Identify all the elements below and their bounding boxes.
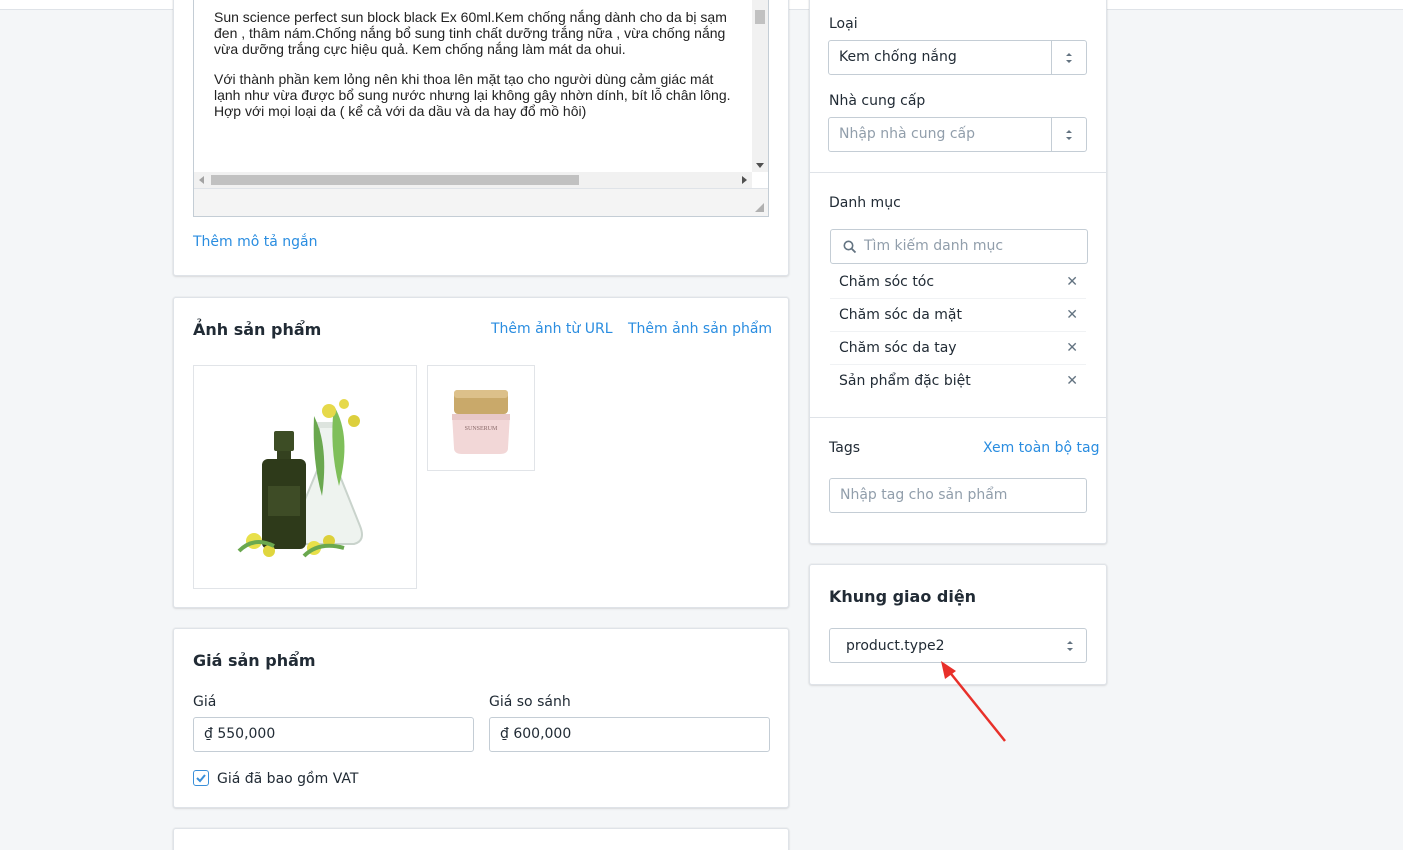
scrollbar-thumb[interactable] xyxy=(755,10,765,24)
scrollbar-h-thumb[interactable] xyxy=(211,175,579,185)
template-select[interactable]: product.type2 xyxy=(829,628,1087,663)
tags-label: Tags xyxy=(829,440,860,456)
compare-price-label: Giá so sánh xyxy=(489,694,571,710)
category-search-input[interactable]: Tìm kiếm danh mục xyxy=(830,229,1088,264)
remove-icon[interactable]: ✕ xyxy=(1066,299,1078,332)
add-product-image-link[interactable]: Thêm ảnh sản phẩm xyxy=(628,321,772,337)
editor-status-bar xyxy=(194,188,768,216)
category-label: Danh mục xyxy=(829,195,901,211)
section-divider xyxy=(809,172,1107,173)
description-paragraph-2: Với thành phần kem lỏng nên khi thoa lên… xyxy=(214,71,731,119)
scroll-down-icon[interactable] xyxy=(756,163,764,168)
section-divider xyxy=(809,417,1107,418)
add-image-from-url-link[interactable]: Thêm ảnh từ URL xyxy=(491,321,613,337)
search-icon xyxy=(843,240,857,254)
tags-placeholder: Nhập tag cho sản phẩm xyxy=(840,487,1008,503)
serum-bottle-image xyxy=(237,399,363,558)
editor-vertical-scrollbar[interactable] xyxy=(752,0,768,172)
select-arrows-icon xyxy=(1067,641,1073,651)
images-title: Ảnh sản phẩm xyxy=(193,320,322,339)
vendor-placeholder: Nhập nhà cung cấp xyxy=(839,126,975,142)
template-select-value: product.type2 xyxy=(846,638,945,654)
resize-handle-icon[interactable] xyxy=(755,203,764,212)
template-card xyxy=(809,564,1107,685)
remove-icon[interactable]: ✕ xyxy=(1066,266,1078,299)
product-image-thumbnail[interactable]: SUNSERUM xyxy=(427,365,535,471)
description-editor[interactable]: Sun science perfect sun block black Ex 6… xyxy=(193,0,769,217)
category-item: Chăm sóc da mặt ✕ xyxy=(830,299,1086,332)
category-item-label: Sản phẩm đặc biệt xyxy=(839,373,971,389)
remove-icon[interactable]: ✕ xyxy=(1066,332,1078,365)
type-select[interactable]: Kem chống nắng xyxy=(828,40,1087,75)
vat-label: Giá đã bao gồm VAT xyxy=(217,771,359,787)
price-label: Giá xyxy=(193,694,217,710)
vendor-select[interactable]: Nhập nhà cung cấp xyxy=(828,117,1087,152)
category-item-label: Chăm sóc da mặt xyxy=(839,307,962,323)
vendor-label: Nhà cung cấp xyxy=(829,93,926,109)
category-item: Chăm sóc tóc ✕ xyxy=(830,266,1086,299)
next-card xyxy=(173,828,789,850)
category-search-placeholder: Tìm kiếm danh mục xyxy=(864,238,1004,254)
compare-price-input[interactable]: ₫ 600,000 xyxy=(489,717,770,752)
type-select-value: Kem chống nắng xyxy=(839,49,957,65)
product-image-main[interactable] xyxy=(193,365,417,589)
jar-label: SUNSERUM xyxy=(464,426,498,432)
pricing-title: Giá sản phẩm xyxy=(193,651,316,670)
price-input[interactable]: ₫ 550,000 xyxy=(193,717,474,752)
cream-jar-image xyxy=(452,390,510,454)
editor-horizontal-scrollbar[interactable] xyxy=(194,172,752,188)
view-all-tags-link[interactable]: Xem toàn bộ tag xyxy=(983,440,1099,456)
vat-checkbox[interactable] xyxy=(193,770,209,786)
template-title: Khung giao diện xyxy=(829,587,977,606)
category-item-label: Chăm sóc da tay xyxy=(839,340,957,356)
category-item-label: Chăm sóc tóc xyxy=(839,274,935,290)
editor-content[interactable]: Sun science perfect sun block black Ex 6… xyxy=(214,9,734,119)
scroll-right-icon[interactable] xyxy=(742,176,747,184)
category-item: Sản phẩm đặc biệt ✕ xyxy=(830,365,1086,398)
select-arrows-icon xyxy=(1051,118,1086,151)
scroll-left-icon[interactable] xyxy=(199,176,204,184)
category-item: Chăm sóc da tay ✕ xyxy=(830,332,1086,365)
add-short-description-link[interactable]: Thêm mô tả ngắn xyxy=(193,234,318,250)
tags-input[interactable]: Nhập tag cho sản phẩm xyxy=(829,478,1087,513)
type-label: Loại xyxy=(829,16,858,32)
checkmark-icon xyxy=(196,774,206,783)
remove-icon[interactable]: ✕ xyxy=(1066,365,1078,398)
description-paragraph-1: Sun science perfect sun block black Ex 6… xyxy=(214,9,727,57)
select-arrows-icon xyxy=(1051,41,1086,74)
